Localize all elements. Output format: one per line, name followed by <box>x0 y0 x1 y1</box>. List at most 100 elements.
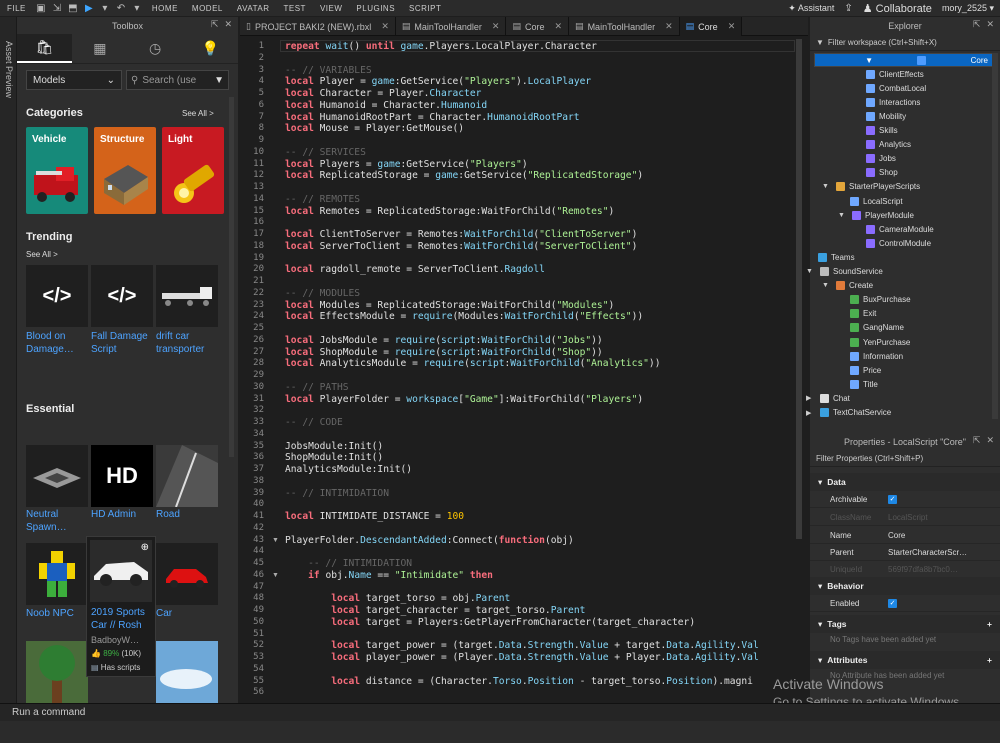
editor-tab[interactable]: ▤ MainToolHandler ✕ <box>396 17 507 36</box>
code-line[interactable]: local Player = game:GetService("Players"… <box>285 76 591 87</box>
code-line[interactable]: local PlayerFolder = workspace["Game"]:W… <box>285 394 643 405</box>
expand-arrow-icon[interactable]: ▼ <box>822 282 832 289</box>
assistant-button[interactable]: ✦ Assistant <box>788 3 834 14</box>
editor-tab[interactable]: ▤ Core ✕ <box>506 17 570 36</box>
explorer-item[interactable]: ▼ PlayerModule <box>838 208 914 222</box>
archivable-checkbox[interactable]: ✓ <box>888 494 897 504</box>
undo-icon[interactable]: ↶ <box>113 0 129 16</box>
essential-label[interactable]: HD Admin <box>91 508 157 521</box>
editor-tab[interactable]: ▤ MainToolHandler ✕ <box>569 17 680 36</box>
explorer-item[interactable]: Title <box>850 377 878 391</box>
code-line[interactable]: -- // MODULES <box>285 288 360 299</box>
code-line[interactable]: local ragdoll_remote = ServerToClient.Ra… <box>285 264 545 275</box>
explorer-item[interactable]: GangName <box>850 321 904 335</box>
essential-label[interactable]: Neutral Spawn… <box>26 508 92 534</box>
add-icon[interactable]: + <box>987 655 992 665</box>
explorer-item[interactable]: YenPurchase <box>850 335 910 349</box>
prop-name[interactable]: Name Core <box>810 527 1000 544</box>
categories-see-all-link[interactable]: See All > <box>182 109 214 118</box>
code-line[interactable]: local ReplicatedStorage = game:GetServic… <box>285 170 643 181</box>
explorer-item[interactable]: ▼ Create <box>822 279 873 293</box>
close-tab-icon[interactable]: ✕ <box>381 21 389 32</box>
enabled-checkbox[interactable]: ✓ <box>888 598 897 608</box>
explorer-item[interactable]: BuxPurchase <box>850 293 911 307</box>
user-menu[interactable]: mory_2525 ▾ <box>942 3 994 14</box>
explorer-item[interactable]: Teams <box>818 250 855 264</box>
code-line[interactable]: local ServerToClient = Remotes:WaitForCh… <box>285 241 637 252</box>
menu-view[interactable]: VIEW <box>313 4 349 13</box>
code-line[interactable]: local target_character = target_torso.Pa… <box>285 605 585 616</box>
code-line[interactable]: local EffectsModule = require(Modules:Wa… <box>285 311 643 322</box>
prop-category-data[interactable]: ▾ Data <box>810 473 1000 491</box>
explorer-item[interactable]: Analytics <box>866 138 911 152</box>
essential-item-hd-admin[interactable]: HD <box>91 445 153 507</box>
editor-tab[interactable]: ▤ Core ✕ <box>679 17 743 36</box>
category-select[interactable]: Models ⌄ <box>26 70 122 90</box>
close-tab-icon[interactable]: ✕ <box>492 21 500 32</box>
expand-arrow-icon[interactable]: ▼ <box>838 212 848 219</box>
tab-recent[interactable]: ◷ <box>128 34 183 63</box>
category-vehicle[interactable]: Vehicle <box>26 127 88 214</box>
trending-label[interactable]: drift car transporter <box>156 330 222 356</box>
tab-inventory[interactable]: ▦ <box>72 34 127 63</box>
code-line[interactable]: PlayerFolder.DescendantAdded:Connect(fun… <box>285 535 574 546</box>
essential-item-spawn[interactable] <box>26 445 88 507</box>
dock-icon[interactable]: ⇱ <box>973 19 981 30</box>
fold-icon[interactable]: ▼ <box>272 572 279 579</box>
expand-arrow-icon[interactable]: ▶ <box>806 394 816 402</box>
menu-plugins[interactable]: PLUGINS <box>349 4 402 13</box>
trending-item-fall-damage[interactable]: </> <box>91 265 153 327</box>
dock-icon[interactable]: ⇱ <box>973 435 981 446</box>
explorer-item[interactable]: Interactions <box>866 95 920 109</box>
prop-parent[interactable]: Parent StarterCharacterScr… <box>810 544 1000 561</box>
tab-marketplace[interactable]: 🛍 <box>17 34 73 63</box>
dock-icon[interactable]: ⇱ <box>211 19 219 30</box>
collaborate-button[interactable]: ♟ Collaborate <box>863 2 932 15</box>
prop-archivable[interactable]: Archivable ✓ <box>810 491 1000 508</box>
explorer-item[interactable]: Jobs <box>866 152 896 166</box>
trending-item-drift-car[interactable] <box>156 265 218 327</box>
menu-model[interactable]: MODEL <box>185 4 230 13</box>
essential-item-road[interactable] <box>156 445 218 507</box>
code-line[interactable]: local Players = game:GetService("Players… <box>285 159 528 170</box>
editor-scrollbar[interactable] <box>796 39 802 539</box>
explorer-item[interactable]: ▼ SoundService <box>806 265 883 279</box>
explorer-filter-input[interactable]: ▼ Filter workspace (Ctrl+Shift+X) <box>810 34 1000 51</box>
code-line[interactable]: -- // REMOTES <box>285 194 360 205</box>
explorer-item[interactable]: Price <box>850 363 881 377</box>
close-icon[interactable]: ✕ <box>224 19 232 30</box>
command-bar[interactable]: Run a command <box>0 703 1000 721</box>
export-icon[interactable]: ⇲ <box>49 0 65 16</box>
code-line[interactable]: if obj.Name == "Intimidate" then <box>285 570 493 581</box>
zoom-icon[interactable]: ⊕ <box>141 542 149 553</box>
tooltip-asset-name[interactable]: 2019 Sports Car // Rosh <box>91 606 155 632</box>
code-line[interactable]: local Character = Player.Character <box>285 88 481 99</box>
editor-tab[interactable]: ▯ PROJECT BAKI2 (NEW).rbxl ✕ <box>240 17 396 36</box>
essential-item-car[interactable] <box>156 543 218 605</box>
expand-arrow-icon[interactable]: ▼ <box>821 56 873 65</box>
explorer-item[interactable]: CombatLocal <box>866 81 926 95</box>
explorer-item[interactable]: ▼ Core <box>814 53 995 67</box>
share-icon[interactable]: ⇪ <box>844 3 852 14</box>
essential-label[interactable]: Noob NPC <box>26 607 92 620</box>
publish-icon[interactable]: ⬒ <box>65 0 81 16</box>
code-line[interactable]: JobsModule:Init() <box>285 441 383 452</box>
explorer-scrollbar[interactable] <box>992 53 998 419</box>
code-line[interactable]: repeat wait() until game.Players.LocalPl… <box>285 41 597 52</box>
code-line[interactable]: -- // CODE <box>285 417 343 428</box>
menu-script[interactable]: SCRIPT <box>402 4 448 13</box>
chevron-down-icon[interactable]: ▾ <box>97 0 113 16</box>
code-line[interactable]: local target_torso = obj.Parent <box>285 593 510 604</box>
trending-item-blood[interactable]: </> <box>26 265 88 327</box>
expand-arrow-icon[interactable]: ▼ <box>806 268 816 275</box>
essential-item-sky[interactable] <box>156 641 218 703</box>
play-icon[interactable]: ▶ <box>81 0 97 16</box>
menu-avatar[interactable]: AVATAR <box>230 4 277 13</box>
prop-category-attributes[interactable]: ▾ Attributes + <box>810 651 1000 669</box>
close-icon[interactable]: ✕ <box>986 19 994 30</box>
code-line[interactable]: local Mouse = Player:GetMouse() <box>285 123 464 134</box>
properties-filter-input[interactable]: Filter Properties (Ctrl+Shift+P) <box>810 450 1000 467</box>
menu-test[interactable]: TEST <box>277 4 313 13</box>
explorer-item[interactable]: Information <box>850 349 903 363</box>
essential-label[interactable]: Car <box>156 607 222 620</box>
